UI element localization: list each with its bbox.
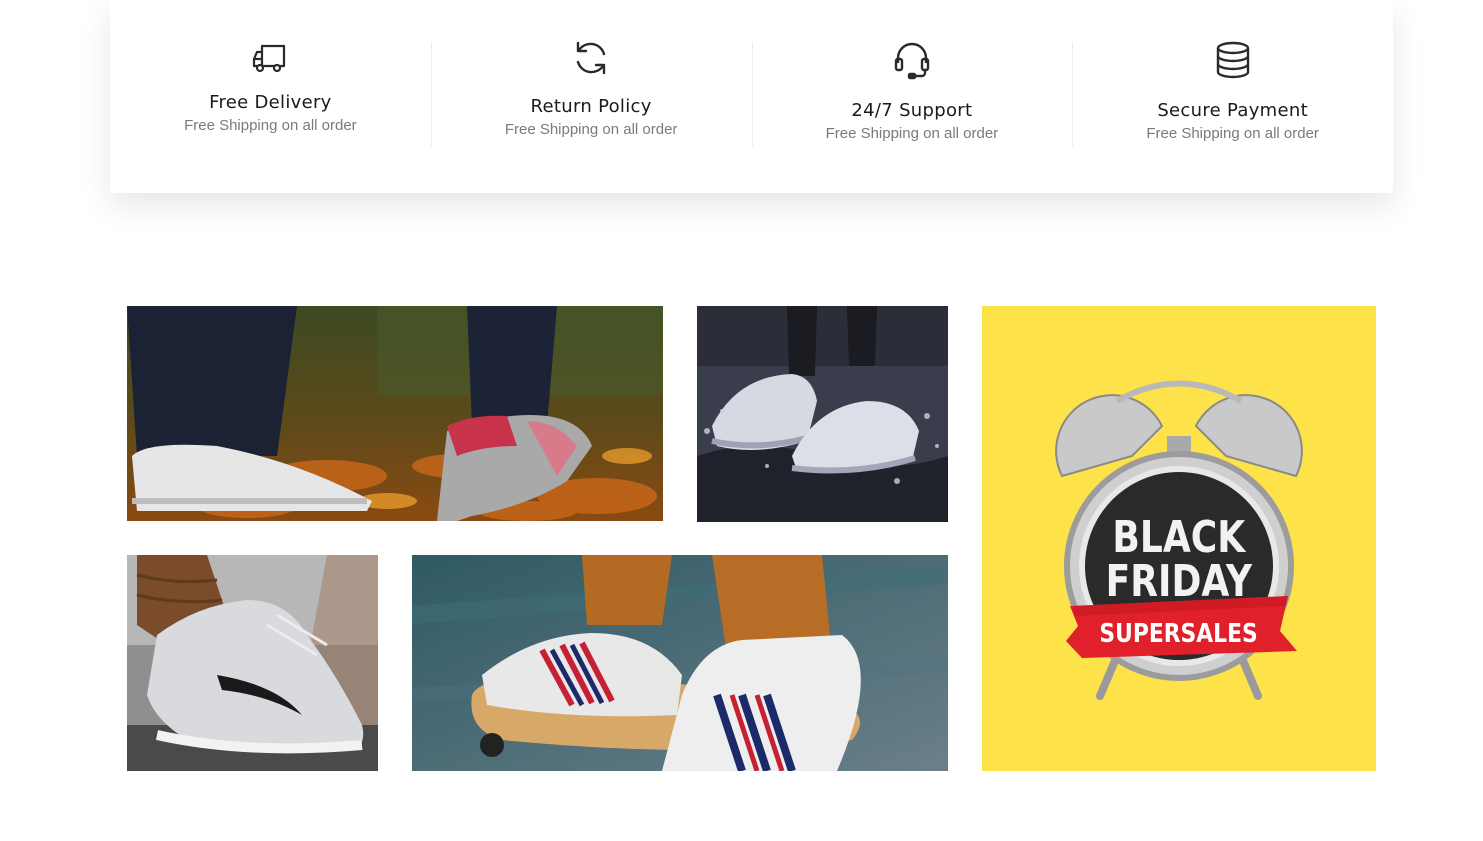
feature-support: 24/7 Support Free Shipping on all order	[751, 0, 1073, 193]
feature-title: Secure Payment	[1157, 100, 1308, 121]
feature-title: Free Delivery	[209, 92, 332, 113]
features-bar: Free Delivery Free Shipping on all order…	[110, 0, 1393, 193]
refresh-icon	[571, 38, 611, 78]
feature-subtitle: Free Shipping on all order	[184, 117, 357, 134]
feature-subtitle: Free Shipping on all order	[825, 125, 999, 142]
feature-return-policy: Return Policy Free Shipping on all order	[430, 0, 752, 193]
feature-secure-payment: Secure Payment Free Shipping on all orde…	[1072, 0, 1393, 193]
banner-line-black: BLACK	[1112, 513, 1246, 563]
headset-icon	[892, 40, 932, 80]
feature-subtitle: Free Shipping on all order	[1146, 125, 1319, 142]
sneakers-skateboard-image[interactable]	[412, 555, 948, 771]
feature-free-delivery: Free Delivery Free Shipping on all order	[110, 0, 431, 193]
sneakers-water-splash-image[interactable]	[697, 306, 948, 522]
coins-stack-icon	[1213, 40, 1253, 80]
nike-sneaker-image[interactable]	[127, 555, 378, 771]
feature-title: Return Policy	[530, 96, 652, 117]
sneakers-autumn-image[interactable]	[127, 306, 663, 521]
feature-subtitle: Free Shipping on all order	[504, 121, 678, 138]
feature-title: 24/7 Support	[851, 100, 973, 121]
banner-ribbon-text: SUPERSALES	[1099, 618, 1257, 648]
black-friday-banner[interactable]: BLACK FRIDAY SUPERSALES	[982, 306, 1376, 771]
truck-icon	[250, 38, 290, 78]
